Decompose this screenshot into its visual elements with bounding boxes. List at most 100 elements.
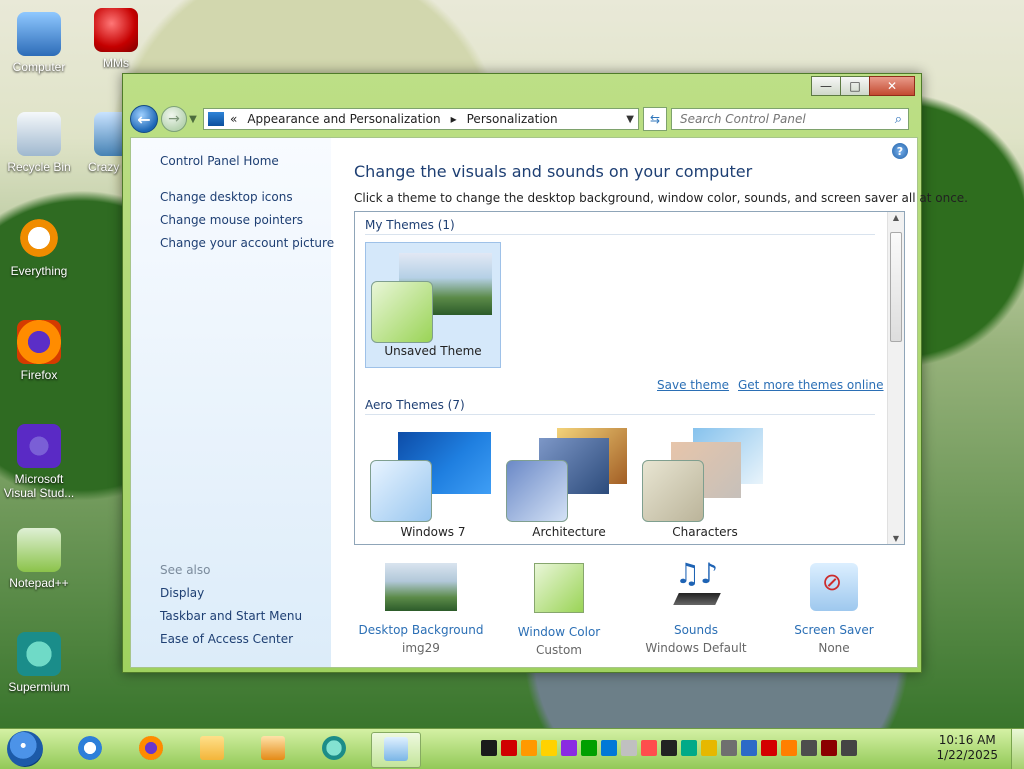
taskbar-control-panel[interactable] xyxy=(371,732,421,768)
refresh-icon: ⇆ xyxy=(649,112,661,126)
screen-saver-value: None xyxy=(818,641,850,655)
tray-app-icon[interactable] xyxy=(601,740,617,756)
taskbar-media-player[interactable] xyxy=(249,732,297,766)
left-navigation-pane: Control Panel Home Change desktop icons … xyxy=(131,138,334,667)
taskbar-internet-explorer[interactable] xyxy=(66,732,114,766)
minimize-icon: — xyxy=(820,79,832,93)
tray-app-icon[interactable] xyxy=(581,740,597,756)
scroll-down-icon[interactable]: ▼ xyxy=(888,534,904,543)
desktop-background-setting[interactable]: Desktop Background img29 xyxy=(354,563,488,655)
maximize-icon: □ xyxy=(849,79,861,93)
theme-characters[interactable]: Characters xyxy=(637,422,773,544)
save-theme-link[interactable]: Save theme xyxy=(657,378,729,392)
window-color-value: Custom xyxy=(536,643,582,657)
tray-app-icon[interactable] xyxy=(721,740,737,756)
desktop-icon-recycle-bin[interactable]: Recycle Bin xyxy=(1,112,77,174)
close-icon: ✕ xyxy=(886,79,898,93)
refresh-button[interactable]: ⇆ xyxy=(643,107,667,131)
personalization-window: — □ ✕ ← → ▼ « Appearance and Personaliza… xyxy=(122,73,968,673)
everything-icon xyxy=(17,216,61,260)
help-icon[interactable]: ? xyxy=(892,143,908,159)
search-icon[interactable]: ⌕ xyxy=(895,112,902,127)
tray-app-icon[interactable] xyxy=(541,740,557,756)
tray-app-icon[interactable] xyxy=(741,740,757,756)
taskbar-clock[interactable]: 10:16 AM 1/22/2025 xyxy=(936,733,998,763)
breadcrumb-personalization[interactable]: Personalization xyxy=(467,112,558,126)
screen-saver-setting[interactable]: Screen Saver None xyxy=(767,563,901,655)
see-also-label: See also xyxy=(160,563,211,577)
desktop-icon-notepadpp[interactable]: Notepad++ xyxy=(1,528,77,590)
window-color-setting[interactable]: Window Color Custom xyxy=(492,563,626,657)
address-bar[interactable]: « Appearance and Personalization ▸ Perso… xyxy=(203,108,639,130)
start-button[interactable] xyxy=(7,731,43,767)
taskbar-explorer[interactable] xyxy=(188,732,236,766)
get-more-themes-link[interactable]: Get more themes online xyxy=(738,378,884,392)
theme-unsaved[interactable]: Unsaved Theme xyxy=(365,242,501,368)
change-mouse-pointers-link[interactable]: Change mouse pointers xyxy=(160,213,303,227)
desktop-icon-mms[interactable]: MMs xyxy=(78,8,154,70)
tray-app-icon[interactable] xyxy=(801,740,817,756)
taskbar-firefox[interactable] xyxy=(127,732,175,766)
desktop-icon-label: Supermium xyxy=(8,680,70,694)
breadcrumb-appearance[interactable]: Appearance and Personalization xyxy=(247,112,440,126)
change-desktop-icons-link[interactable]: Change desktop icons xyxy=(160,190,293,204)
tray-app-icon[interactable] xyxy=(661,740,677,756)
desktop-icon-computer[interactable]: Computer xyxy=(1,12,77,74)
visual-studio-icon xyxy=(17,424,61,468)
internet-explorer-icon xyxy=(78,736,102,760)
window-color-link[interactable]: Window Color xyxy=(492,625,626,639)
desktop-icon-firefox[interactable]: Firefox xyxy=(1,320,77,382)
tray-app-icon[interactable] xyxy=(561,740,577,756)
tray-app-icon[interactable] xyxy=(821,740,837,756)
close-button[interactable]: ✕ xyxy=(869,76,915,96)
desktop-icon-visual-studio[interactable]: Microsoft Visual Stud... xyxy=(1,424,77,500)
desktop-icon-supermium[interactable]: Supermium xyxy=(1,632,77,694)
tray-app-icon[interactable] xyxy=(701,740,717,756)
ease-of-access-link[interactable]: Ease of Access Center xyxy=(160,632,293,646)
maximize-button[interactable]: □ xyxy=(840,76,870,96)
desktop-icon-everything[interactable]: Everything xyxy=(1,216,77,278)
title-bar[interactable]: — □ ✕ xyxy=(123,74,921,100)
recent-pages-dropdown[interactable]: ▼ xyxy=(187,114,199,125)
theme-architecture[interactable]: Architecture xyxy=(501,422,637,544)
minimize-button[interactable]: — xyxy=(811,76,841,96)
tray-app-icon[interactable] xyxy=(781,740,797,756)
desktop-background-link[interactable]: Desktop Background xyxy=(354,623,488,637)
change-account-picture-link[interactable]: Change your account picture xyxy=(160,236,334,250)
tray-app-icon[interactable] xyxy=(761,740,777,756)
search-input[interactable] xyxy=(678,111,895,127)
theme-windows-7[interactable]: Windows 7 xyxy=(365,422,501,544)
themes-list[interactable]: My Themes (1) Unsaved Theme Save theme G… xyxy=(354,211,905,545)
back-button[interactable]: ← xyxy=(130,105,158,133)
display-link[interactable]: Display xyxy=(160,586,204,600)
control-panel-home-link[interactable]: Control Panel Home xyxy=(160,154,279,168)
search-box[interactable]: ⌕ xyxy=(671,108,909,130)
taskbar-start-menu-link[interactable]: Taskbar and Start Menu xyxy=(160,609,302,623)
show-desktop-button[interactable] xyxy=(1011,729,1024,769)
tray-app-icon[interactable] xyxy=(681,740,697,756)
scroll-up-icon[interactable]: ▲ xyxy=(888,213,904,222)
themes-scrollbar[interactable]: ▲ ▼ xyxy=(887,212,904,544)
sounds-link[interactable]: Sounds xyxy=(629,623,763,637)
tray-app-icon[interactable] xyxy=(621,740,637,756)
breadcrumb-overflow[interactable]: « xyxy=(230,112,237,126)
desktop-icon-label: Notepad++ xyxy=(9,576,69,590)
chevron-down-icon: ▼ xyxy=(189,113,197,125)
screen-saver-link[interactable]: Screen Saver xyxy=(767,623,901,637)
forward-button[interactable]: → xyxy=(161,106,187,132)
theme-color-swatch xyxy=(370,460,432,522)
tray-app-icon[interactable] xyxy=(501,740,517,756)
tray-app-icon[interactable] xyxy=(481,740,497,756)
sounds-setting[interactable]: Sounds Windows Default xyxy=(629,557,763,655)
tray-app-icon[interactable] xyxy=(841,740,857,756)
taskbar-supermium[interactable] xyxy=(310,732,358,766)
address-dropdown-icon[interactable]: ▼ xyxy=(626,114,634,125)
desktop-background-thumbnail xyxy=(385,563,457,611)
control-panel-icon xyxy=(208,112,224,126)
desktop-icon-label: MMs xyxy=(103,56,129,70)
recycle-bin-icon xyxy=(17,112,61,156)
scroll-thumb[interactable] xyxy=(890,232,902,342)
tray-app-icon[interactable] xyxy=(521,740,537,756)
desktop-background-value: img29 xyxy=(402,641,440,655)
tray-app-icon[interactable] xyxy=(641,740,657,756)
